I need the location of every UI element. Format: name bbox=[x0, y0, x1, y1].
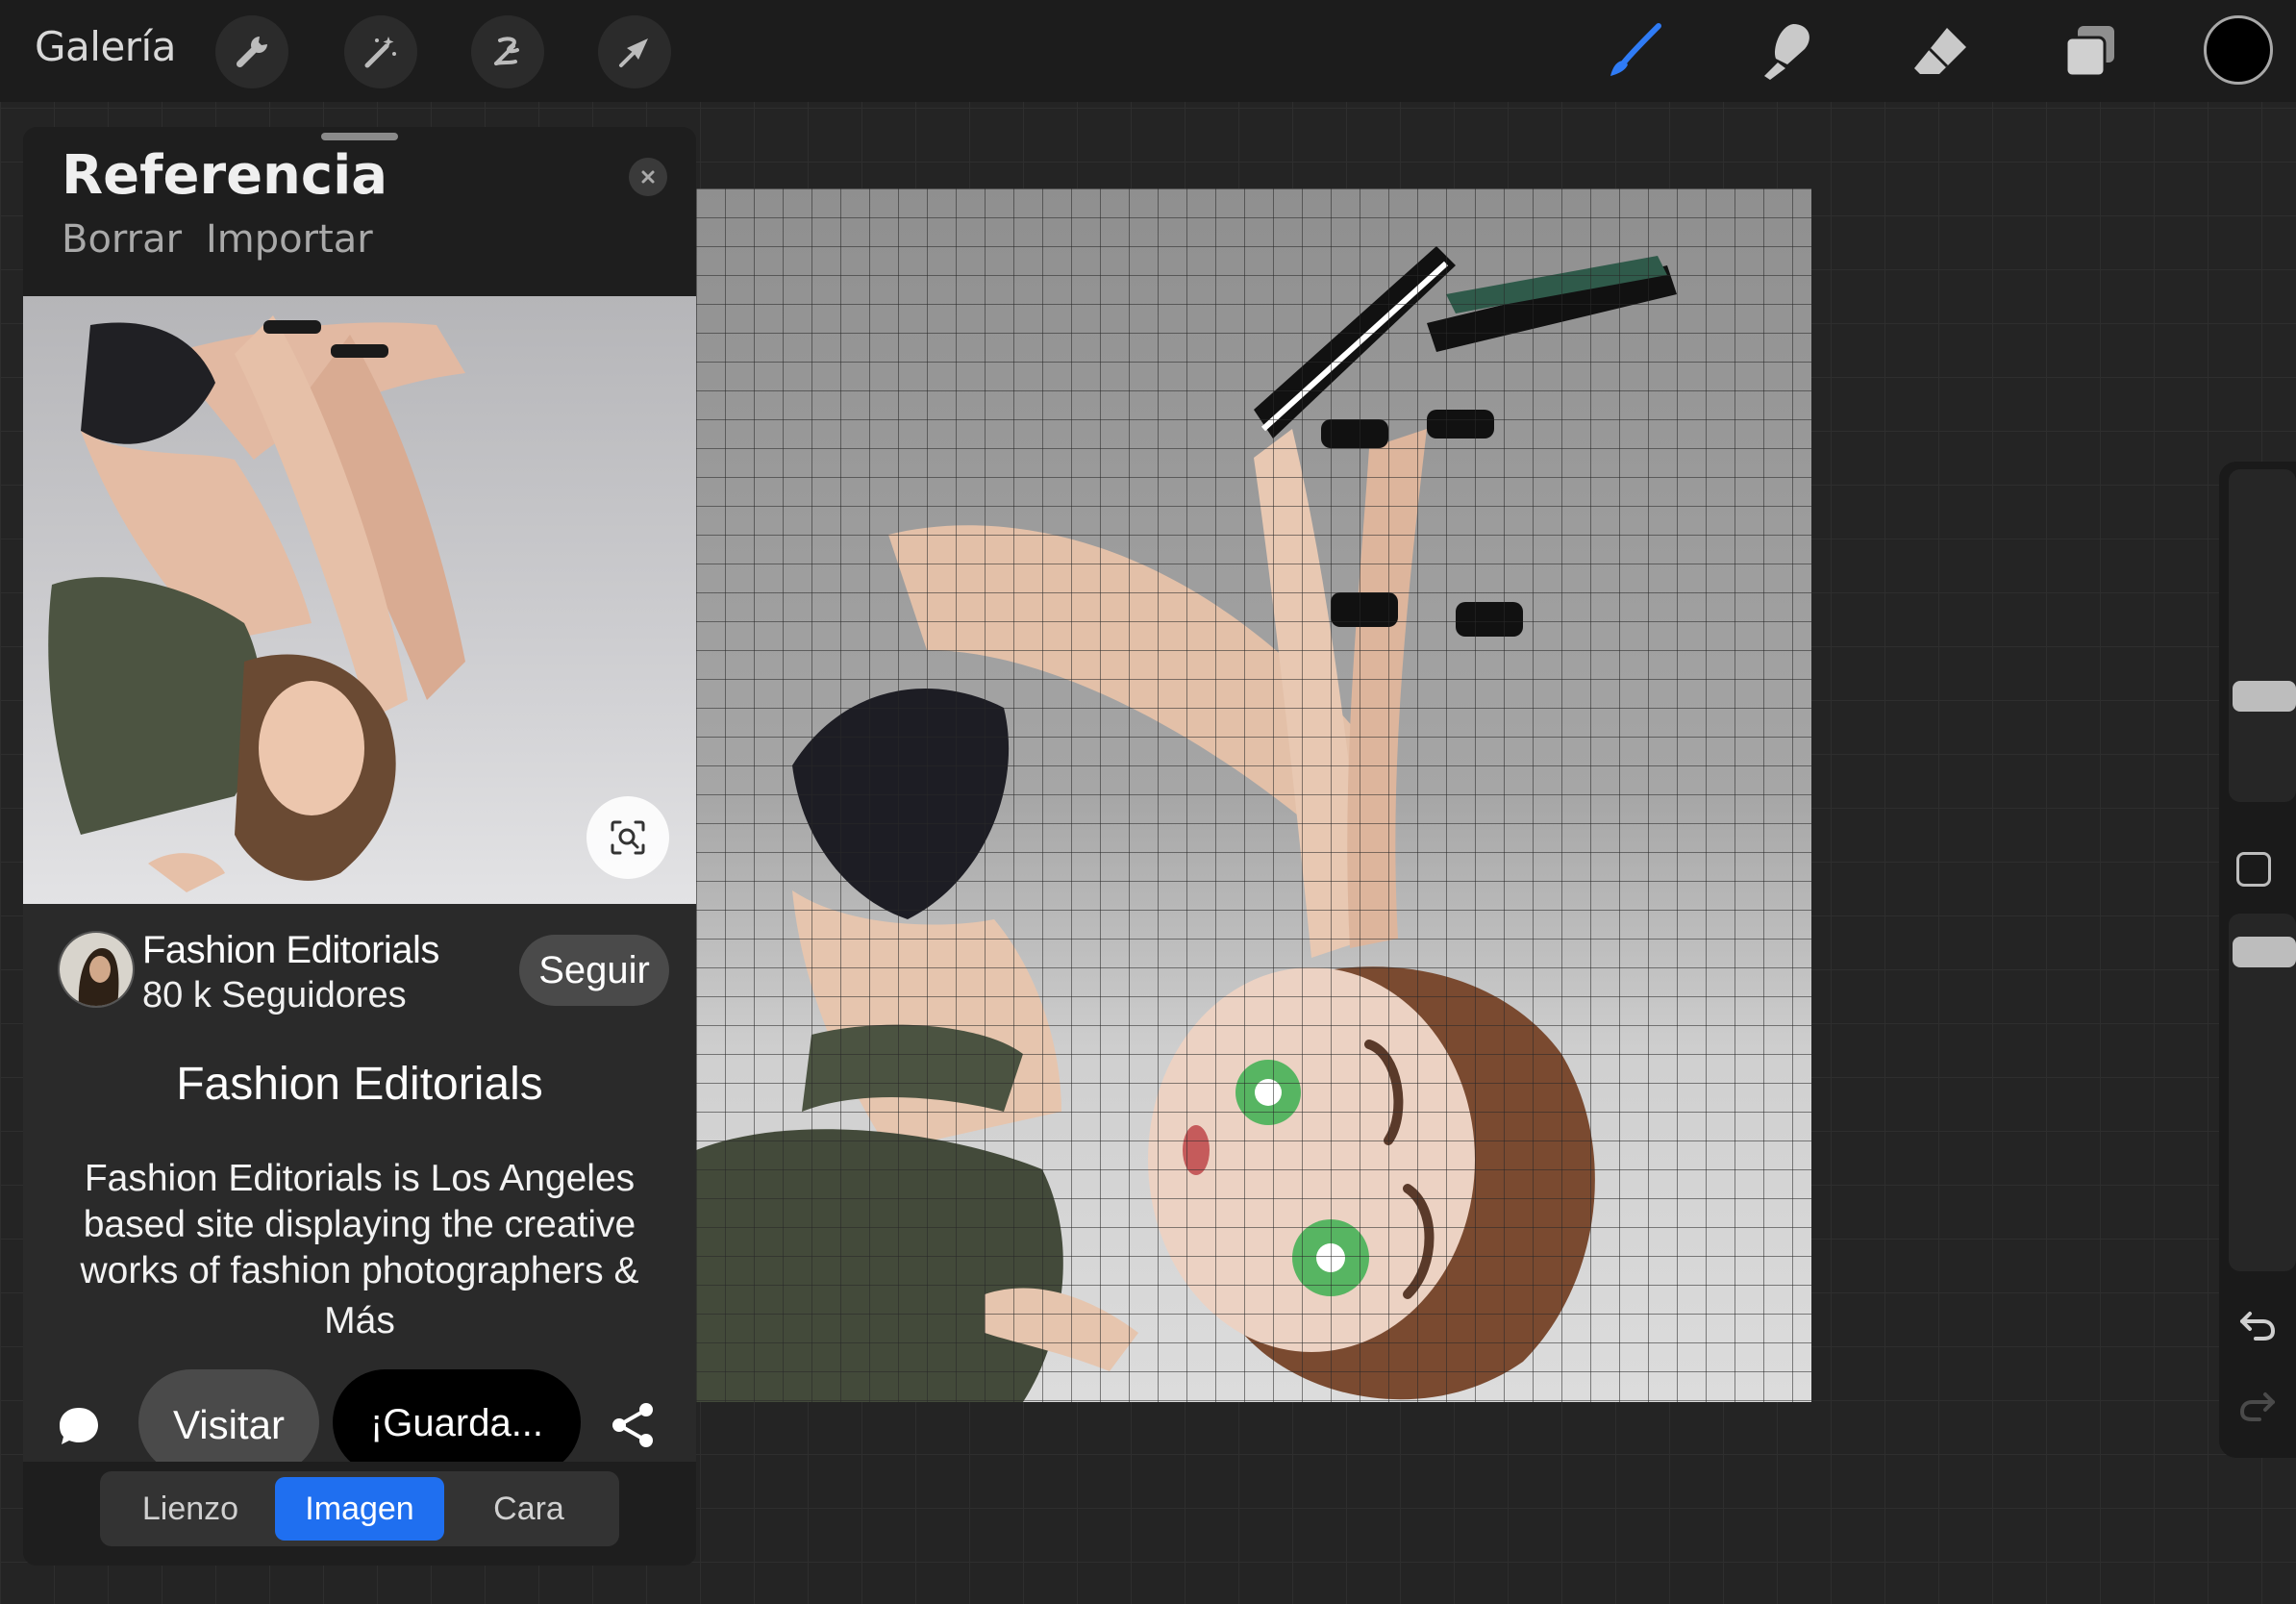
pin-title: Fashion Editorials bbox=[176, 1059, 543, 1110]
tab-canvas[interactable]: Lienzo bbox=[106, 1477, 275, 1541]
tab-image[interactable]: Imagen bbox=[275, 1477, 444, 1541]
smudge-tool[interactable] bbox=[1748, 13, 1825, 90]
smudge-icon bbox=[1764, 24, 1809, 80]
opacity-thumb[interactable] bbox=[2233, 937, 2296, 967]
avatar[interactable] bbox=[58, 931, 135, 1008]
author-followers: 80 k Seguidores bbox=[142, 975, 407, 1015]
brush-size-slider[interactable] bbox=[2229, 469, 2296, 802]
eraser-icon bbox=[1914, 28, 1966, 74]
author-avatar-image bbox=[60, 933, 133, 1006]
gallery-button[interactable]: Galería bbox=[35, 23, 176, 70]
transform-tool[interactable] bbox=[598, 15, 671, 88]
close-panel-button[interactable] bbox=[629, 158, 667, 196]
save-button[interactable]: ¡Guarda... bbox=[333, 1369, 581, 1475]
top-toolbar: Galería bbox=[0, 0, 2296, 102]
lens-search-icon bbox=[611, 820, 645, 855]
brush-tool[interactable] bbox=[1596, 13, 1673, 90]
layers-tool[interactable] bbox=[2052, 13, 2129, 90]
more-link[interactable]: Más bbox=[52, 1298, 667, 1344]
close-icon bbox=[641, 170, 655, 184]
modify-button[interactable] bbox=[2236, 852, 2271, 887]
follow-button[interactable]: Seguir bbox=[519, 935, 669, 1006]
right-sidebar bbox=[2219, 462, 2296, 1458]
layers-icon bbox=[2064, 26, 2114, 78]
pin-details-card: Fashion Editorials 80 k Seguidores Segui… bbox=[23, 904, 696, 1475]
clear-button[interactable]: Borrar bbox=[62, 217, 182, 262]
comment-icon[interactable] bbox=[56, 1404, 102, 1450]
panel-drag-handle[interactable] bbox=[321, 133, 398, 140]
import-button[interactable]: Importar bbox=[206, 217, 373, 262]
drawing-canvas[interactable] bbox=[696, 188, 1811, 1402]
undo-icon[interactable] bbox=[2236, 1306, 2279, 1344]
reference-panel: Referencia Borrar Importar Fashion Edito… bbox=[23, 127, 696, 1566]
visit-button[interactable]: Visitar bbox=[138, 1369, 319, 1475]
adjustments-magic-wand-icon[interactable] bbox=[344, 15, 417, 88]
actions-wrench-icon[interactable] bbox=[215, 15, 288, 88]
share-icon[interactable] bbox=[608, 1400, 658, 1450]
tab-face[interactable]: Cara bbox=[444, 1477, 613, 1541]
magic-wand-icon bbox=[364, 37, 396, 68]
pin-description-text: Fashion Editorials is Los Angeles based … bbox=[80, 1158, 639, 1291]
redo-icon[interactable] bbox=[2236, 1387, 2279, 1425]
brush-size-thumb[interactable] bbox=[2233, 681, 2296, 712]
opacity-slider[interactable] bbox=[2229, 914, 2296, 1271]
transform-arrow-icon bbox=[619, 38, 648, 67]
selection-tool[interactable] bbox=[471, 15, 544, 88]
segmented-control: Lienzo Imagen Cara bbox=[100, 1471, 619, 1546]
panel-title: Referencia bbox=[62, 144, 388, 207]
reference-image[interactable] bbox=[23, 296, 696, 904]
eraser-tool[interactable] bbox=[1902, 13, 1979, 90]
color-picker-swatch[interactable] bbox=[2204, 15, 2273, 85]
selection-icon bbox=[494, 37, 519, 65]
author-name[interactable]: Fashion Editorials bbox=[142, 929, 439, 972]
drawing-guide-grid bbox=[696, 188, 1811, 1402]
reference-mode-tabs: Lienzo Imagen Cara bbox=[23, 1462, 696, 1566]
pin-description: Fashion Editorials is Los Angeles based … bbox=[52, 1156, 667, 1344]
brush-icon bbox=[1610, 23, 1661, 76]
wrench-icon bbox=[236, 37, 267, 68]
visual-search-button[interactable] bbox=[586, 796, 669, 879]
